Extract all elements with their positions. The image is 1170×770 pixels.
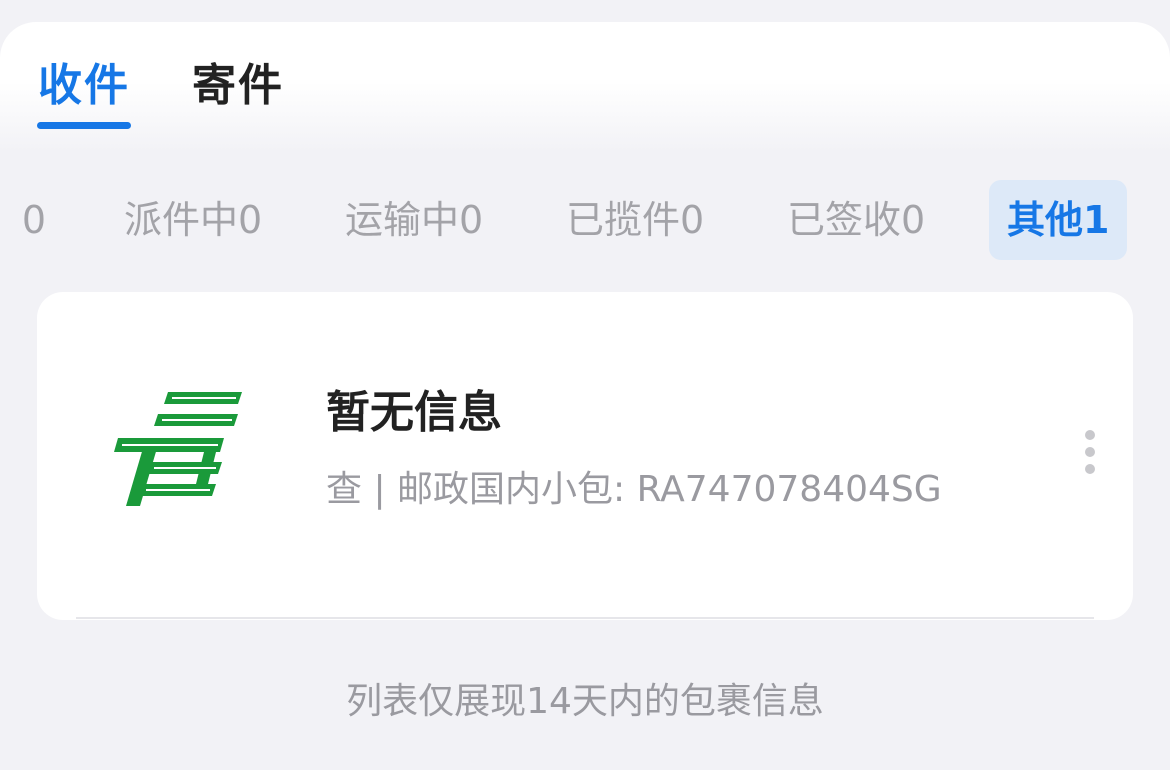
filter-chip-other[interactable]: 其他1: [989, 180, 1128, 260]
tab-send[interactable]: 寄件: [192, 58, 284, 114]
more-dot: [1085, 447, 1095, 457]
status-filter-bar[interactable]: 0 派件中0 运输中0 已揽件0 已签收0 其他1: [0, 180, 1170, 262]
filter-chip-picked-up[interactable]: 已揽件0: [566, 180, 704, 260]
more-dot: [1085, 464, 1095, 474]
filter-chip-delivering[interactable]: 派件中0: [124, 180, 262, 260]
package-status: 暂无信息: [326, 387, 502, 438]
tab-receive[interactable]: 收件: [38, 58, 130, 114]
filter-chip-partial[interactable]: 0: [0, 180, 46, 260]
filter-chip-in-transit[interactable]: 运输中0: [345, 180, 483, 260]
active-tab-indicator: [37, 122, 131, 129]
card-divider: [76, 617, 1094, 619]
china-post-logo-icon: [114, 392, 242, 506]
more-options-icon[interactable]: [1076, 428, 1104, 476]
filter-chip-signed[interactable]: 已签收0: [787, 180, 925, 260]
package-tracking-detail: 查 | 邮政国内小包: RA747078404SG: [326, 469, 942, 510]
more-dot: [1085, 430, 1095, 440]
list-footer-note: 列表仅展现14天内的包裹信息: [346, 681, 824, 722]
